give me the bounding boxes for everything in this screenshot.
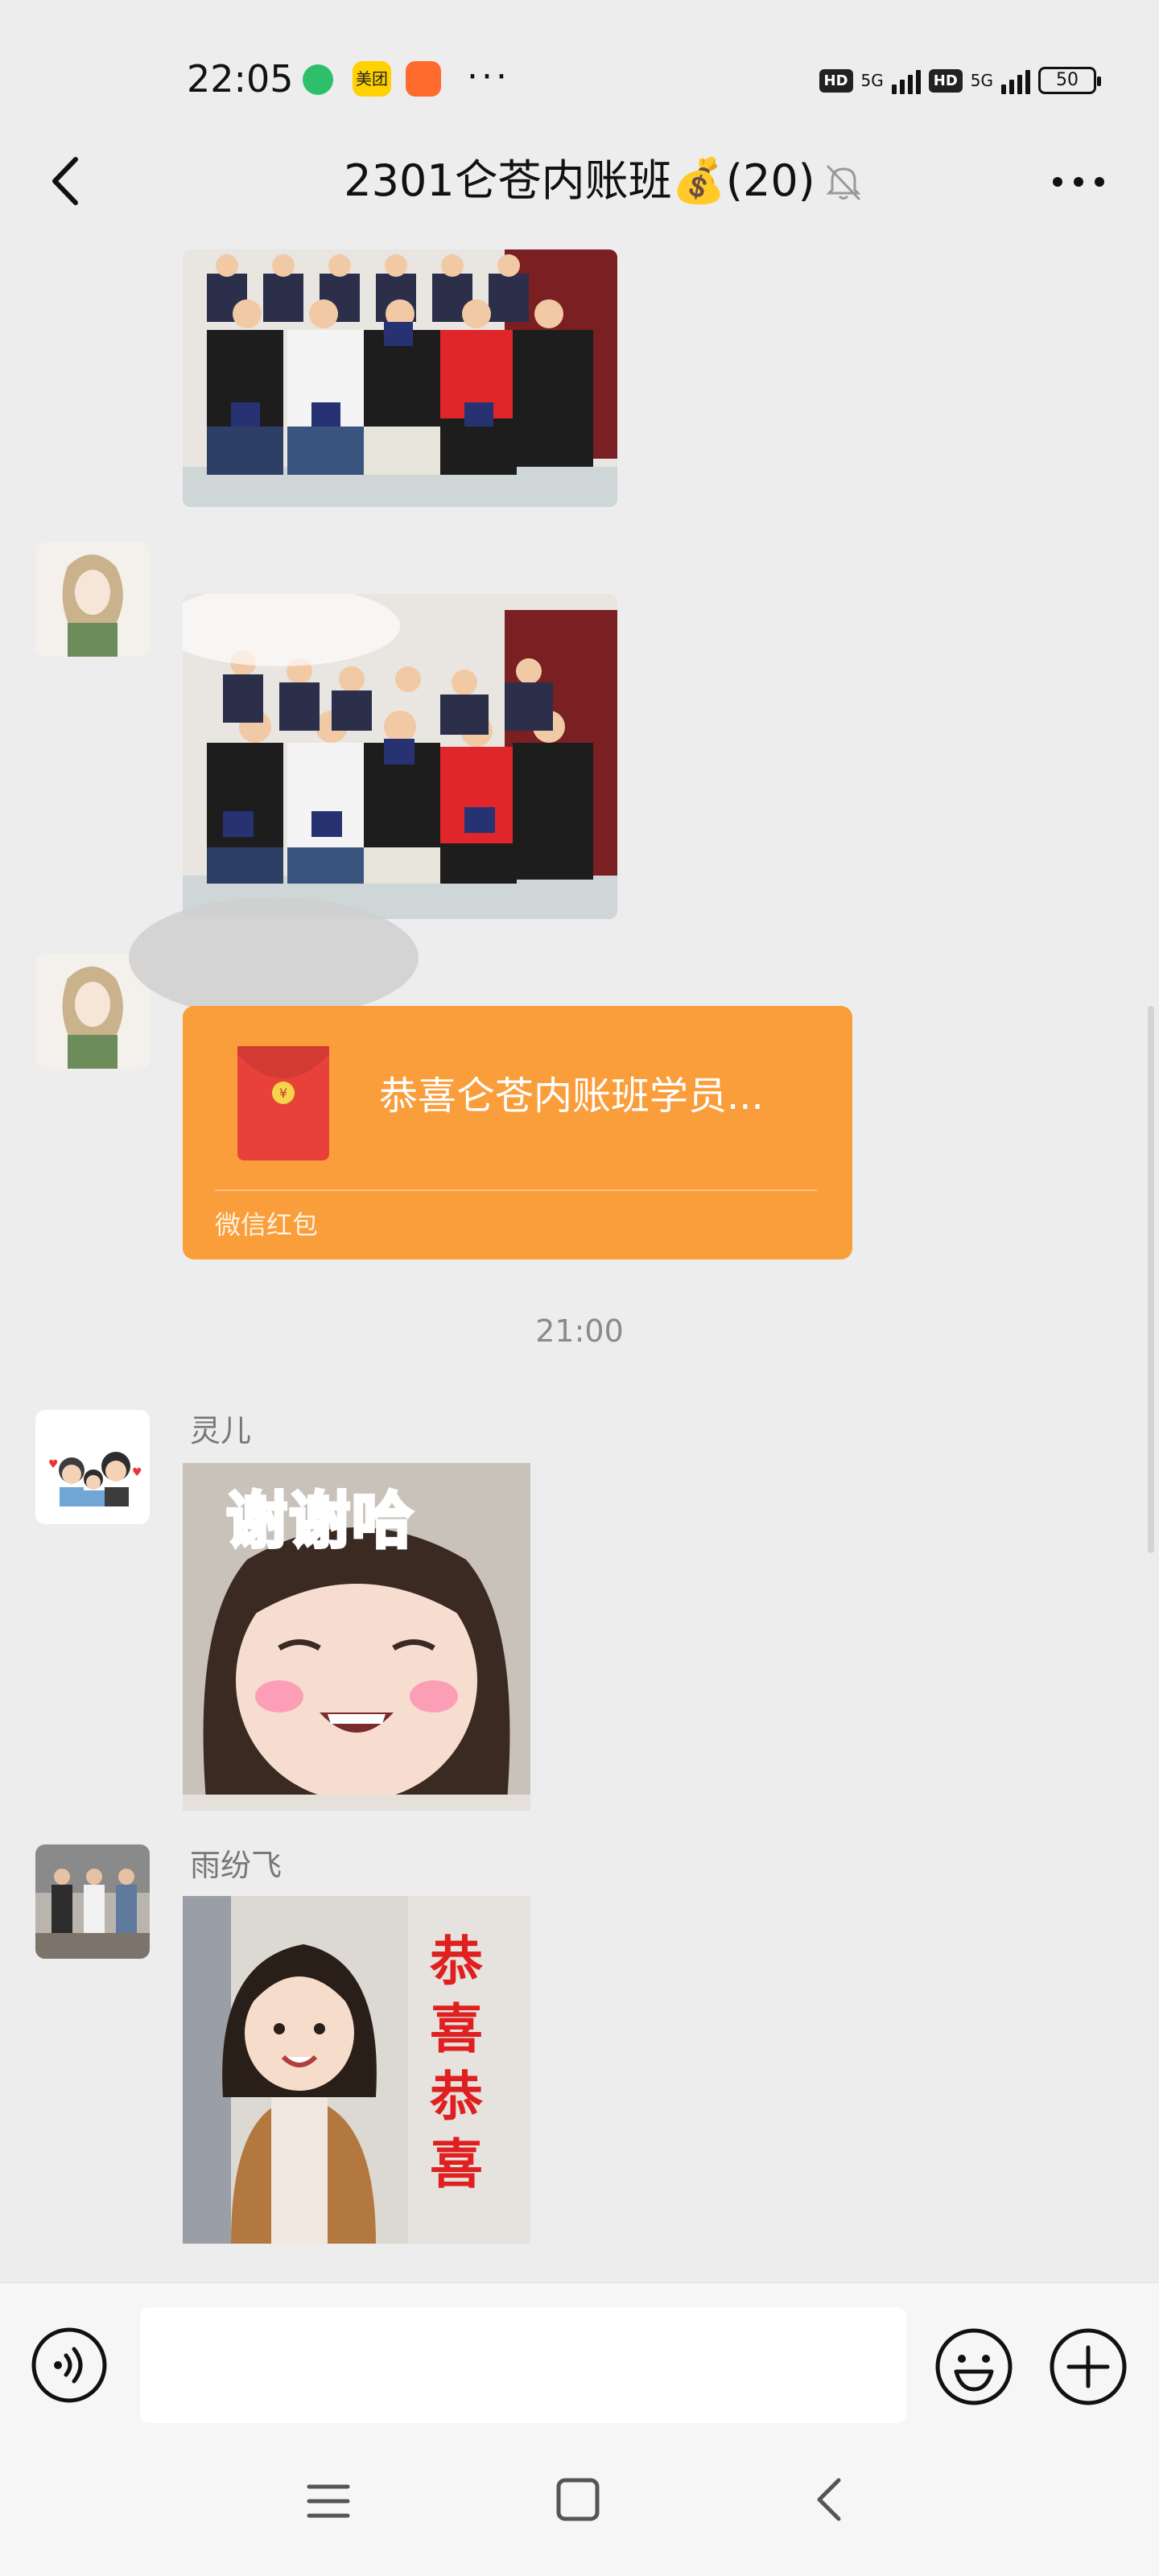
sticker-caption-congrats: 恭 喜 恭 喜: [424, 1928, 489, 2199]
svg-text:♥: ♥: [132, 1466, 142, 1479]
emoji-icon[interactable]: [934, 2327, 1014, 2407]
status-bar: 22:05 美团 ··· HD 5G HD 5G 50: [0, 0, 1159, 121]
avatar-image-4: [35, 1844, 150, 1959]
status-time: 22:05: [187, 57, 294, 101]
chat-title[interactable]: 2301仑苍内账班💰(20): [0, 151, 1159, 211]
sender-avatar-ling-er[interactable]: ♥ ♥: [35, 1410, 150, 1524]
group-photo-image-2: [183, 594, 617, 919]
status-indicators: HD 5G HD 5G 50: [819, 63, 1101, 98]
menu-icon[interactable]: [303, 2475, 354, 2527]
sticker-message-congrats[interactable]: 恭 喜 恭 喜: [183, 1896, 530, 2244]
hd-badge-2: HD: [928, 68, 963, 93]
sticker-caption-char: 喜: [430, 2133, 483, 2195]
plus-icon[interactable]: [1048, 2327, 1128, 2407]
home-icon[interactable]: [552, 2474, 604, 2525]
avatar-image: [35, 542, 150, 657]
network-type: 5G: [860, 71, 884, 90]
more-notifications-icon: ···: [467, 56, 510, 97]
red-packet-caption: 微信红包: [215, 1210, 319, 1240]
sticker-caption-thanks: 谢谢哈: [225, 1483, 415, 1558]
group-photo-message-2[interactable]: [183, 594, 617, 919]
sticker-caption-char: 恭: [430, 1931, 483, 1993]
signal-icon-2: [1001, 67, 1030, 94]
message-list[interactable]: ¥ 恭喜仑苍内账班学员... 微信红包 21:00 ♥ ♥ 灵儿 谢谢哈 雨纷飞…: [0, 241, 1159, 2282]
message-text-input[interactable]: [140, 2307, 906, 2423]
battery-icon: 50: [1038, 67, 1101, 94]
app-notification-icon: [303, 64, 333, 95]
message-input-bar: [0, 2282, 1159, 2428]
group-photo-message[interactable]: [183, 249, 617, 507]
red-packet-title: 恭喜仑苍内账班学员...: [379, 1074, 764, 1119]
back-icon[interactable]: [805, 2474, 856, 2525]
app-notification-icon-2: [406, 61, 441, 97]
sender-name: 灵儿: [190, 1413, 252, 1449]
sticker-caption-char: 喜: [430, 1998, 483, 2060]
red-packet-message[interactable]: ¥ 恭喜仑苍内账班学员... 微信红包: [183, 1006, 852, 1259]
network-type-2: 5G: [970, 71, 993, 90]
more-dots-icon[interactable]: [1046, 166, 1111, 198]
sender-name-2: 雨纷飞: [190, 1848, 283, 1883]
red-packet-icon: ¥: [237, 1046, 329, 1160]
sender-avatar-yu-fen-fei[interactable]: [35, 1844, 150, 1959]
sender-avatar[interactable]: [35, 542, 150, 657]
meituan-icon: 美团: [353, 61, 391, 97]
message-timestamp: 21:00: [535, 1313, 624, 1349]
avatar-image-3: ♥ ♥: [35, 1410, 150, 1524]
sticker-message-thanks[interactable]: 谢谢哈: [183, 1463, 530, 1811]
svg-text:¥: ¥: [279, 1086, 287, 1101]
chat-header: 2301仑苍内账班💰(20): [0, 121, 1159, 241]
system-navigation-bar: [0, 2427, 1159, 2576]
group-photo-image: [183, 249, 617, 507]
sticker-caption-char: 恭: [430, 2066, 483, 2128]
red-packet-divider: [215, 1189, 817, 1191]
bell-muted-icon: [826, 164, 861, 201]
hd-badge: HD: [819, 68, 853, 93]
scrollbar-thumb[interactable]: [1148, 1006, 1154, 1553]
voice-icon[interactable]: [31, 2327, 108, 2404]
svg-text:♥: ♥: [48, 1458, 59, 1471]
signal-icon: [891, 67, 921, 94]
